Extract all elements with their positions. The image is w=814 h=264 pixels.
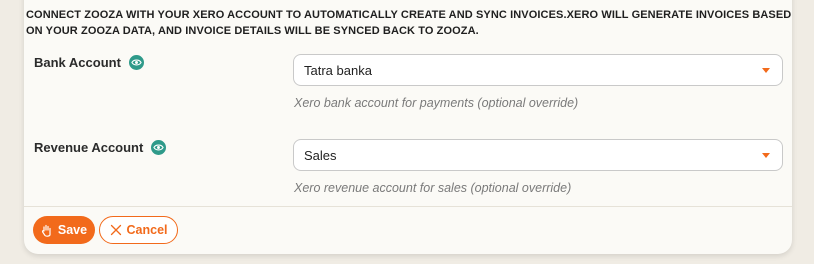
- cancel-button-label: Cancel: [126, 223, 168, 237]
- eye-icon[interactable]: [128, 55, 144, 70]
- save-button[interactable]: Save: [33, 216, 95, 244]
- close-icon: [110, 224, 121, 236]
- eye-icon[interactable]: [151, 140, 167, 155]
- hand-icon: [41, 224, 51, 237]
- bank-account-select[interactable]: Tatra banka: [293, 54, 783, 86]
- bank-account-hint: Xero bank account for payments (optional…: [294, 96, 579, 110]
- bank-account-selected-value: Tatra banka: [304, 62, 372, 78]
- footer-divider: [24, 206, 792, 207]
- revenue-account-select[interactable]: Sales: [293, 139, 783, 171]
- bank-account-label-row: Bank Account: [34, 55, 144, 70]
- cancel-button[interactable]: Cancel: [99, 216, 178, 244]
- bank-account-label: Bank Account: [34, 55, 121, 70]
- revenue-account-selected-value: Sales: [304, 147, 337, 163]
- revenue-account-label: Revenue Account: [34, 140, 144, 155]
- revenue-account-hint: Xero revenue account for sales (optional…: [294, 181, 572, 195]
- integration-description: CONNECT ZOOZA WITH YOUR XERO ACCOUNT TO …: [26, 9, 792, 37]
- chevron-down-icon: [762, 153, 770, 158]
- save-button-label: Save: [57, 223, 88, 237]
- chevron-down-icon: [762, 68, 770, 73]
- revenue-account-label-row: Revenue Account: [34, 140, 167, 155]
